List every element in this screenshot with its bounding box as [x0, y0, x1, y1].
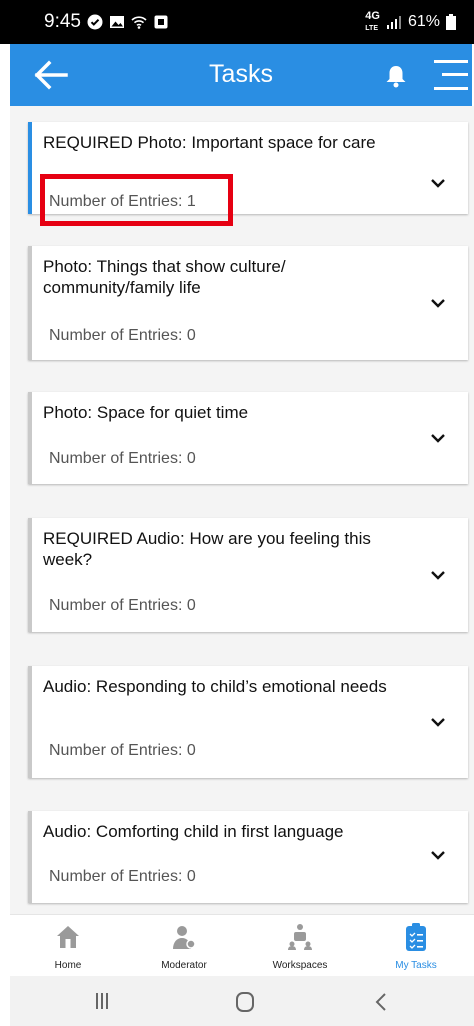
- moderator-icon: [173, 926, 196, 949]
- task-entries: Number of Entries: 0: [49, 868, 196, 885]
- task-title: Audio: Comforting child in first languag…: [43, 822, 344, 841]
- nav-home-label: Home: [54, 960, 82, 971]
- recent-apps-icon[interactable]: [95, 992, 109, 1010]
- task-entries: Number of Entries: 0: [49, 597, 196, 614]
- chevron-down-icon[interactable]: [430, 717, 446, 727]
- clipboard-icon: [406, 923, 426, 951]
- menu-icon[interactable]: [434, 60, 468, 90]
- task-card[interactable]: Audio: Responding to child’s emotional n…: [28, 666, 468, 778]
- network-indicator: 4G LTE: [365, 9, 380, 34]
- app-header: Tasks: [10, 44, 472, 106]
- task-title: Photo: Things that show culture/ communi…: [43, 257, 286, 297]
- network-type: 4G: [365, 9, 380, 22]
- chevron-down-icon[interactable]: [430, 298, 446, 308]
- task-title: Photo: Space for quiet time: [43, 403, 249, 422]
- task-entries: Number of Entries: 0: [49, 327, 196, 344]
- task-list: REQUIRED Photo: Important space for care…: [10, 106, 474, 914]
- nav-moderator[interactable]: Moderator: [126, 915, 242, 977]
- status-time: 9:45: [44, 11, 81, 32]
- nav-my-tasks-label: My Tasks: [395, 960, 437, 971]
- bell-icon[interactable]: [385, 64, 407, 88]
- workspaces-icon: [288, 924, 312, 950]
- chevron-down-icon[interactable]: [430, 178, 446, 188]
- bottom-nav: Home Moderator Workspaces My Tasks: [10, 914, 474, 976]
- task-card[interactable]: Photo: Space for quiet time Number of En…: [28, 392, 468, 484]
- nav-workspaces[interactable]: Workspaces: [242, 915, 358, 977]
- verified-icon: [87, 14, 103, 30]
- network-subtype: LTE: [365, 24, 378, 32]
- wifi-icon: [131, 16, 147, 29]
- nav-workspaces-label: Workspaces: [272, 960, 328, 971]
- task-card[interactable]: Audio: Comforting child in first languag…: [28, 811, 468, 903]
- task-card[interactable]: Photo: Things that show culture/ communi…: [28, 246, 468, 360]
- task-card[interactable]: REQUIRED Audio: How are you feeling this…: [28, 518, 468, 632]
- task-title: REQUIRED Audio: How are you feeling this…: [43, 529, 371, 569]
- chevron-down-icon[interactable]: [430, 850, 446, 860]
- task-card[interactable]: REQUIRED Photo: Important space for care…: [28, 122, 468, 226]
- chevron-down-icon[interactable]: [430, 433, 446, 443]
- notification-app-icon: [154, 15, 168, 29]
- task-title: REQUIRED Photo: Important space for care: [43, 133, 376, 152]
- battery-icon: [446, 14, 456, 30]
- gallery-icon: [109, 16, 124, 28]
- signal-icon: [386, 16, 401, 29]
- home-icon: [57, 926, 79, 948]
- status-bar: 9:45 4G LTE 61%: [0, 0, 474, 44]
- nav-home[interactable]: Home: [10, 915, 126, 977]
- home-button-icon[interactable]: [235, 992, 255, 1012]
- task-title: Audio: Responding to child’s emotional n…: [43, 677, 387, 696]
- back-button-icon[interactable]: [375, 992, 387, 1012]
- system-nav-bar: [10, 976, 474, 1026]
- highlight-box: [40, 174, 233, 226]
- chevron-down-icon[interactable]: [430, 570, 446, 580]
- task-entries: Number of Entries: 0: [49, 450, 196, 467]
- task-entries: Number of Entries: 0: [49, 742, 196, 759]
- nav-my-tasks[interactable]: My Tasks: [358, 915, 474, 977]
- battery-percent: 61%: [407, 13, 440, 30]
- nav-moderator-label: Moderator: [161, 960, 207, 971]
